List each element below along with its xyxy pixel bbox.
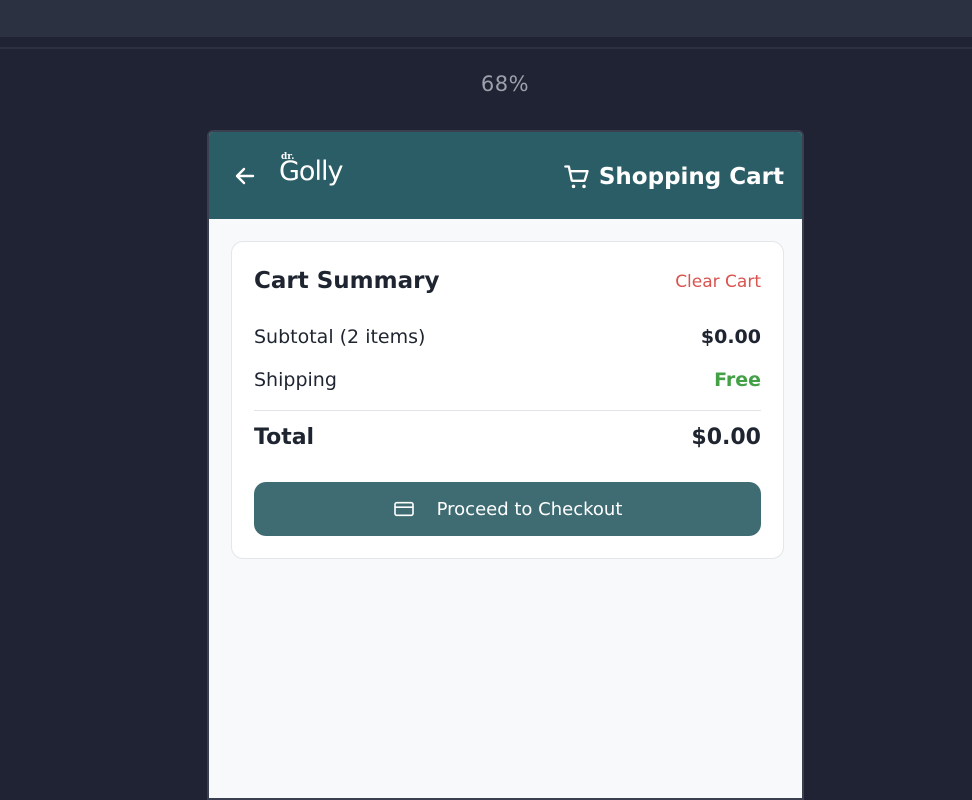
page-title: Shopping Cart bbox=[598, 164, 784, 190]
zoom-level: 68% bbox=[480, 72, 530, 96]
mobile-viewport: dr. Golly Shopping Cart Cart Summary Cle… bbox=[207, 130, 804, 800]
toolbar-divider bbox=[0, 47, 972, 49]
total-label: Total bbox=[254, 425, 315, 450]
cart-summary-card: Cart Summary Clear Cart Subtotal (2 item… bbox=[231, 241, 784, 559]
clear-cart-button[interactable]: Clear Cart bbox=[675, 272, 761, 292]
shipping-label: Shipping bbox=[254, 369, 337, 391]
proceed-to-checkout-button[interactable]: Proceed to Checkout bbox=[254, 482, 761, 536]
subtotal-label: Subtotal (2 items) bbox=[254, 326, 426, 348]
total-row: Total $0.00 bbox=[254, 425, 761, 450]
header-title-group: Shopping Cart bbox=[563, 160, 784, 194]
credit-card-icon bbox=[393, 501, 414, 517]
shipping-row: Shipping Free bbox=[254, 369, 761, 391]
browser-toolbar bbox=[0, 0, 972, 37]
drgolly-logo[interactable]: dr. Golly bbox=[279, 150, 355, 200]
checkout-label: Proceed to Checkout bbox=[436, 498, 623, 520]
back-button[interactable] bbox=[231, 162, 259, 190]
logo-text: Golly bbox=[279, 156, 343, 187]
subtotal-value: $0.00 bbox=[700, 326, 761, 348]
subtotal-row: Subtotal (2 items) $0.00 bbox=[254, 326, 761, 348]
summary-divider bbox=[254, 410, 761, 411]
cart-summary-title: Cart Summary bbox=[254, 268, 440, 294]
arrow-left-icon bbox=[235, 167, 255, 185]
cart-icon bbox=[564, 165, 589, 189]
shipping-value: Free bbox=[714, 369, 761, 391]
total-value: $0.00 bbox=[691, 425, 761, 450]
app-header: dr. Golly Shopping Cart bbox=[209, 132, 802, 219]
